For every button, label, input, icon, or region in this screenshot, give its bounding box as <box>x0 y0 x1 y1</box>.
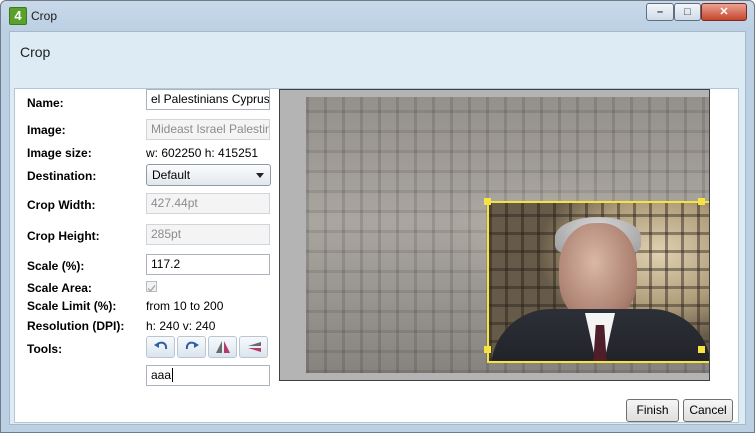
dialog-heading: Crop <box>20 44 51 60</box>
resolution-value: h: 240 v: 240 <box>146 319 216 333</box>
destination-value: Default <box>152 168 191 182</box>
crop-handle-top-right[interactable] <box>698 198 705 205</box>
crop-preview[interactable] <box>279 89 710 381</box>
redo-button[interactable] <box>177 336 206 358</box>
image-input: Mideast Israel Palestini <box>146 119 270 140</box>
minimize-button[interactable]: – <box>646 3 674 21</box>
redo-icon <box>185 341 199 350</box>
tools-label: Tools: <box>27 342 63 356</box>
crop-selection-box[interactable] <box>487 201 709 363</box>
destination-label: Destination: <box>27 169 97 183</box>
app-icon: 4 <box>9 7 27 25</box>
scale-area-checkbox[interactable] <box>146 281 157 293</box>
chevron-down-icon <box>256 173 264 178</box>
crop-panel: Name: el Palestinians Cyprus Image: Mide… <box>14 88 739 423</box>
finish-button[interactable]: Finish <box>626 399 679 422</box>
crop-window: 4 Crop – □ ✕ Crop Name: el Palestinians … <box>0 0 755 433</box>
undo-icon <box>153 341 167 350</box>
crop-height-label: Crop Height: <box>27 229 100 243</box>
preview-photo <box>306 97 709 373</box>
resolution-label: Resolution (DPI): <box>27 319 125 333</box>
dialog-body: Crop Name: el Palestinians Cyprus Image:… <box>9 31 746 425</box>
maximize-button[interactable]: □ <box>674 3 701 21</box>
flip-horizontal-icon <box>215 341 230 353</box>
flip-vertical-button[interactable] <box>239 336 268 358</box>
crop-handle-bottom-left[interactable] <box>484 346 491 353</box>
crop-height-input: 285pt <box>146 224 270 245</box>
person-face <box>559 223 637 321</box>
window-title: Crop <box>31 9 58 23</box>
scale-limit-label: Scale Limit (%): <box>27 299 117 313</box>
image-size-value: w: 602250 h: 415251 <box>146 146 259 160</box>
scale-input[interactable]: 117.2 <box>146 254 270 275</box>
crop-width-label: Crop Width: <box>27 198 96 212</box>
close-button[interactable]: ✕ <box>701 3 747 21</box>
flip-horizontal-button[interactable] <box>208 336 237 358</box>
text-input-value: aaa <box>151 368 172 382</box>
name-label: Name: <box>27 96 64 110</box>
title-bar[interactable]: 4 Crop – □ ✕ <box>1 1 754 31</box>
name-input[interactable]: el Palestinians Cyprus <box>146 89 270 110</box>
crop-handle-bottom-right[interactable] <box>698 346 705 353</box>
text-input[interactable]: aaa <box>146 365 270 386</box>
undo-button[interactable] <box>146 336 175 358</box>
scale-limit-value: from 10 to 200 <box>146 299 224 313</box>
crop-handle-top-left[interactable] <box>484 198 491 205</box>
destination-select[interactable]: Default <box>146 164 271 186</box>
image-size-label: Image size: <box>27 146 92 160</box>
scale-area-label: Scale Area: <box>27 281 92 295</box>
flip-vertical-icon <box>247 342 261 352</box>
image-label: Image: <box>27 123 66 137</box>
checkmark-icon <box>147 285 156 293</box>
cancel-button[interactable]: Cancel <box>683 399 733 422</box>
crop-width-input: 427.44pt <box>146 193 270 214</box>
text-cursor <box>172 368 174 382</box>
scale-label: Scale (%): <box>27 259 85 273</box>
